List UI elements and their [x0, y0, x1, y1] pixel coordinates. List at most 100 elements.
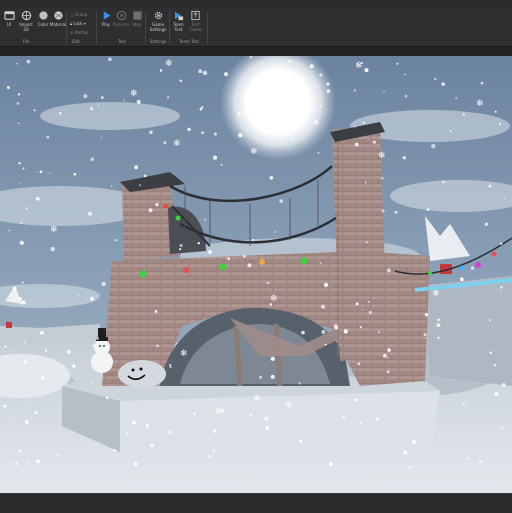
lock-button[interactable]: 🔒︎ Lock ▾ — [70, 21, 86, 26]
snowflake — [227, 257, 231, 261]
snowflake — [372, 140, 376, 144]
toolbar-spacer — [0, 47, 512, 56]
snowflake — [17, 93, 21, 96]
snowflake — [500, 427, 503, 430]
snowflake — [41, 376, 45, 380]
snowflake — [326, 89, 331, 93]
group-button[interactable]: ▢ Group — [70, 12, 87, 17]
snowflake — [193, 412, 197, 415]
color-icon — [38, 11, 48, 20]
snowflake — [265, 425, 270, 430]
snowflake — [364, 68, 369, 73]
team-test-icon — [174, 11, 184, 21]
snowflake — [386, 370, 390, 374]
snowflake — [179, 248, 182, 251]
snowflake — [123, 99, 125, 102]
team-test-button[interactable]: Team Test — [170, 10, 187, 32]
snowflake — [403, 450, 408, 455]
snowflake — [503, 197, 506, 200]
snowflake — [204, 218, 207, 221]
snowflake — [301, 330, 305, 335]
snowflake — [199, 107, 203, 111]
snowflake — [25, 401, 28, 403]
snowflake — [35, 197, 40, 201]
snowflake — [22, 167, 25, 170]
snowflake: ❄ — [180, 349, 188, 359]
snowflake — [342, 415, 346, 418]
snowflake — [179, 243, 183, 248]
snowflake — [394, 210, 398, 214]
material-button[interactable]: Material — [49, 10, 67, 27]
snowflake — [72, 364, 76, 368]
snowflake — [270, 356, 275, 361]
snowflake — [66, 349, 72, 355]
snowflake — [499, 242, 503, 245]
snowflake — [366, 241, 368, 244]
snowflake — [492, 463, 495, 466]
snowflake — [467, 457, 470, 460]
exit-game-button[interactable]: Exit Game — [187, 10, 204, 32]
group-label-test: Test — [118, 39, 126, 44]
snowflake — [247, 263, 252, 268]
snowflake — [431, 143, 436, 149]
snowflake — [298, 382, 301, 385]
game-settings-button[interactable]: Game Settings — [148, 10, 168, 32]
snowflake — [90, 296, 95, 301]
snowflake — [8, 229, 11, 232]
snowflake — [187, 127, 191, 132]
stop-icon — [132, 11, 142, 20]
snowflake — [319, 73, 323, 77]
snowflake — [168, 364, 172, 367]
snowflake — [21, 281, 24, 284]
snowflake — [27, 460, 29, 463]
snowflake — [202, 70, 208, 76]
snowflake — [237, 111, 241, 116]
snowflake — [18, 449, 22, 453]
snowflake — [320, 104, 322, 107]
snowflake — [470, 266, 474, 270]
snowflake — [238, 133, 243, 138]
snowflake — [362, 308, 364, 310]
snowflake — [425, 337, 427, 339]
resume-icon — [116, 10, 126, 21]
snowflake — [493, 363, 497, 367]
snowflake — [91, 383, 93, 385]
snowflake — [179, 79, 183, 83]
snowflake — [319, 262, 322, 265]
snowflake — [264, 124, 268, 127]
snowflake — [364, 181, 367, 184]
snowflake — [24, 419, 29, 424]
import-3d-button[interactable]: Import 3D — [17, 10, 35, 32]
snowflake: ❄ — [432, 289, 440, 299]
snowflake — [136, 99, 141, 104]
snowflake — [411, 439, 416, 444]
snowflake — [279, 199, 284, 203]
snowflake — [201, 131, 205, 135]
snowflake — [357, 362, 361, 365]
snowflake — [402, 156, 406, 160]
snowflake — [50, 247, 55, 252]
material-icon — [53, 11, 63, 20]
snowflake — [23, 360, 28, 365]
snowflake — [114, 239, 117, 242]
snowflake — [26, 59, 31, 64]
snowflake — [83, 94, 88, 99]
group-label-edit: Edit — [72, 39, 80, 44]
anchor-button[interactable]: ⚓︎ Anchor — [70, 30, 89, 35]
snowflake — [39, 330, 44, 335]
snowflake — [6, 85, 10, 90]
snowflake — [320, 304, 326, 309]
snowflake — [15, 62, 18, 65]
status-bar — [0, 493, 512, 513]
ui-button[interactable]: UI — [0, 10, 18, 27]
snowflake — [3, 404, 7, 408]
snowflake: ❄ — [253, 394, 261, 404]
snowflake — [266, 281, 269, 284]
3d-viewport[interactable]: ❄ ❄ ❄ ❄ ❄ ❄ ❄ ❄ ❄ ❄ ❄ ❄ ❄ ❄ — [0, 56, 512, 493]
snowflake — [36, 459, 40, 464]
stop-button[interactable]: Stop — [128, 10, 146, 27]
snowflake — [309, 64, 314, 69]
snowflake — [353, 125, 356, 128]
snowflake — [149, 130, 153, 134]
snowflake — [116, 239, 119, 241]
